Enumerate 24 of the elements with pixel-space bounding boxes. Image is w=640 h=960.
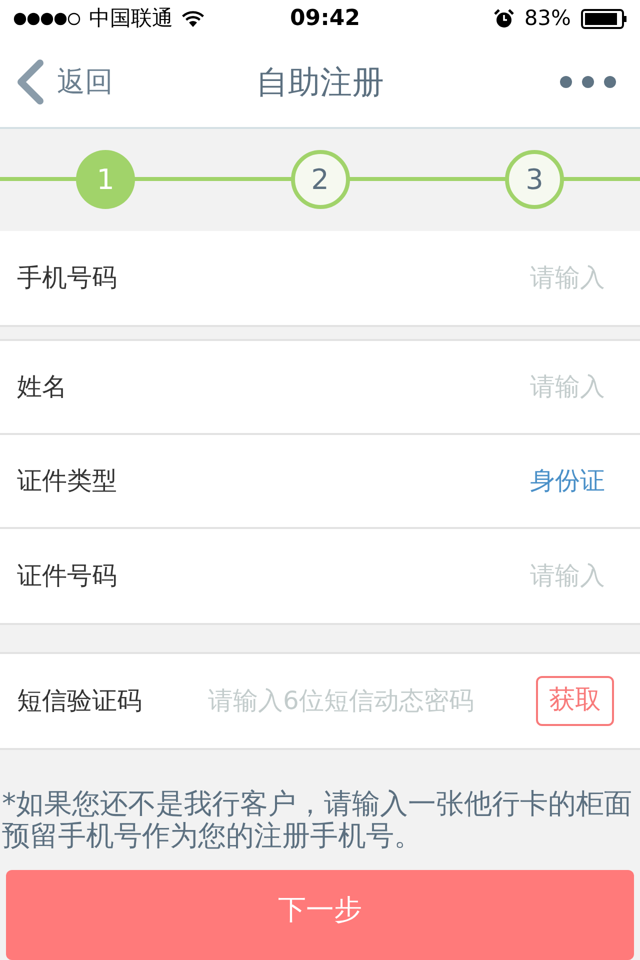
note-text: *如果您还不是我行客户，请输入一张他行卡的柜面预留手机号作为您的注册手机号。 <box>1 788 633 852</box>
field-label: 证件类型 <box>17 465 117 498</box>
wifi-icon <box>181 10 205 28</box>
clock-time: 09:42 <box>290 5 360 34</box>
signal-icon <box>13 12 81 26</box>
field-label: 姓名 <box>17 371 67 404</box>
battery-percent: 83% <box>524 4 571 32</box>
back-button[interactable]: 返回 <box>15 58 113 105</box>
chevron-left-icon <box>15 58 45 105</box>
more-icon <box>559 74 617 89</box>
field-label: 手机号码 <box>17 262 117 294</box>
alarm-icon <box>494 8 514 29</box>
next-button[interactable]: 下一步 <box>6 870 634 960</box>
field-label: 证件号码 <box>17 560 117 592</box>
battery-icon <box>581 8 627 29</box>
text-field[interactable]: 请输入 <box>405 557 605 595</box>
code-field[interactable]: 请输入6位短信动态密码 <box>208 682 508 720</box>
text-field[interactable]: 请输入 <box>405 368 605 406</box>
text-field[interactable]: 请输入 <box>405 259 605 297</box>
carrier-name: 中国联通 <box>89 4 173 32</box>
field-label: 短信验证码 <box>17 685 142 718</box>
page-title: 自助注册 <box>256 62 384 103</box>
selected-value[interactable]: 身份证 <box>530 462 605 500</box>
get-code-button[interactable]: 获取 <box>536 676 614 726</box>
